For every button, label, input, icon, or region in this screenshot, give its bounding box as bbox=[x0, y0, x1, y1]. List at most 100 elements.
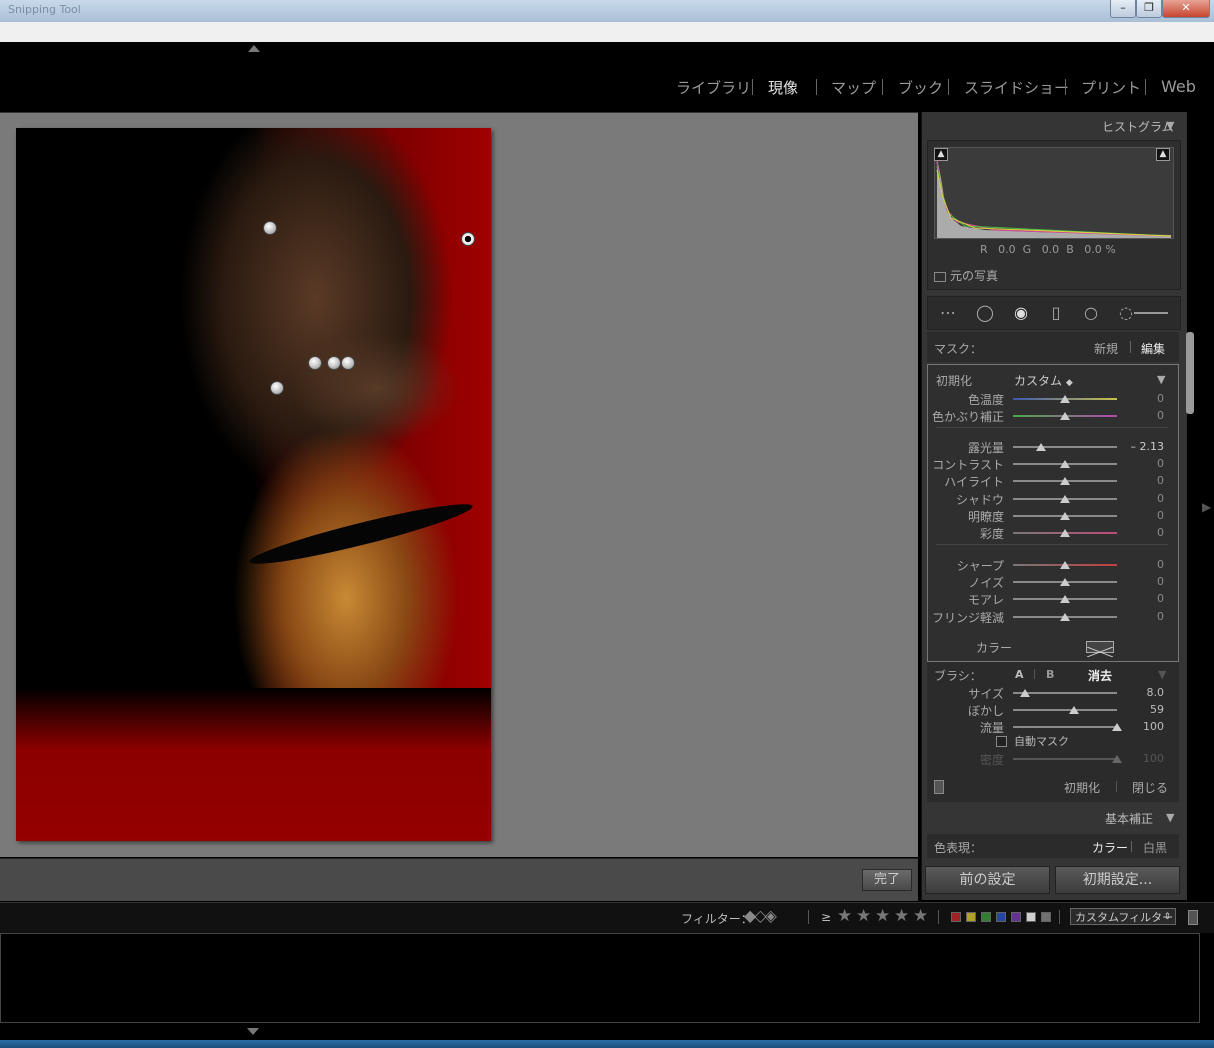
adjustment-pin[interactable] bbox=[327, 356, 341, 370]
shadow-clipping-icon[interactable]: ▲ bbox=[934, 148, 948, 161]
slider-thumb[interactable] bbox=[1060, 613, 1070, 621]
adjustment-pin[interactable] bbox=[341, 356, 355, 370]
module-web[interactable]: Web bbox=[1161, 77, 1196, 96]
right-panel-toggle-icon[interactable]: ▶ bbox=[1202, 500, 1211, 514]
brush-a-button[interactable]: A bbox=[1015, 668, 1024, 681]
mask-new-button[interactable]: 新規 bbox=[1094, 340, 1118, 357]
slider-track[interactable] bbox=[1013, 446, 1117, 448]
module-book[interactable]: ブック bbox=[898, 77, 943, 98]
slider-thumb[interactable] bbox=[1060, 412, 1070, 420]
brush-erase-button[interactable]: 消去 bbox=[1088, 667, 1112, 684]
color-label-filter[interactable] bbox=[951, 912, 961, 922]
star-filter-1[interactable]: ★ bbox=[837, 906, 852, 926]
original-photo-toggle[interactable]: 元の写真 bbox=[934, 267, 998, 284]
slider-value[interactable]: 0 bbox=[1124, 592, 1164, 605]
rating-operator[interactable]: ≥ bbox=[821, 910, 831, 924]
brush-slider-track[interactable] bbox=[1013, 726, 1117, 728]
bottom-panel-toggle-icon[interactable] bbox=[247, 1028, 259, 1035]
basic-panel-title[interactable]: 基本補正 bbox=[1105, 810, 1153, 827]
slider-thumb[interactable] bbox=[1060, 595, 1070, 603]
color-label-filter[interactable] bbox=[981, 912, 991, 922]
reset-settings-button[interactable]: 初期設定... bbox=[1055, 866, 1180, 894]
brush-collapse-icon[interactable]: ▼ bbox=[1158, 668, 1166, 681]
slider-thumb[interactable] bbox=[1060, 529, 1070, 537]
slider-thumb[interactable] bbox=[1060, 512, 1070, 520]
crop-overlay-icon[interactable]: ⋯ bbox=[937, 302, 959, 324]
slider-value[interactable]: 0 bbox=[1124, 492, 1164, 505]
effect-collapse-icon[interactable]: ▼ bbox=[1157, 373, 1165, 386]
slider-thumb[interactable] bbox=[1060, 477, 1070, 485]
slider-value[interactable]: 0 bbox=[1124, 610, 1164, 623]
star-filter-5[interactable]: ★ bbox=[913, 906, 928, 926]
module-slideshow[interactable]: スライドショー bbox=[964, 77, 1069, 98]
brush-slider-icon[interactable] bbox=[1134, 312, 1168, 314]
star-filter-4[interactable]: ★ bbox=[894, 906, 909, 926]
basic-collapse-icon[interactable]: ▼ bbox=[1166, 811, 1174, 824]
red-eye-icon[interactable]: ◉ bbox=[1010, 302, 1032, 324]
slider-value[interactable]: 0 bbox=[1124, 474, 1164, 487]
module-library[interactable]: ライブラリ bbox=[676, 77, 751, 98]
slider-value[interactable]: 0 bbox=[1124, 526, 1164, 539]
brush-slider-thumb[interactable] bbox=[1112, 723, 1122, 731]
color-label-filter[interactable] bbox=[996, 912, 1006, 922]
brush-b-button[interactable]: B bbox=[1046, 668, 1054, 681]
radial-filter-icon[interactable]: ○ bbox=[1080, 302, 1102, 324]
slider-thumb[interactable] bbox=[1060, 561, 1070, 569]
module-develop[interactable]: 現像 bbox=[768, 77, 798, 98]
custom-filter-select[interactable]: カスタムフィルター ⇕ bbox=[1070, 908, 1176, 925]
histogram-graph[interactable] bbox=[934, 147, 1174, 239]
slider-value[interactable]: 0 bbox=[1124, 392, 1164, 405]
slider-value[interactable]: 0 bbox=[1124, 409, 1164, 422]
slider-thumb[interactable] bbox=[1060, 495, 1070, 503]
mask-edit-button[interactable]: 編集 bbox=[1141, 340, 1165, 357]
graduated-filter-icon[interactable]: ▯ bbox=[1045, 302, 1067, 324]
color-label-filter[interactable] bbox=[966, 912, 976, 922]
star-filter-2[interactable]: ★ bbox=[856, 906, 871, 926]
photo-preview[interactable] bbox=[16, 128, 491, 841]
minimize-button[interactable]: – bbox=[1110, 0, 1136, 18]
brush-slider-thumb[interactable] bbox=[1020, 689, 1030, 697]
color-label-filter[interactable] bbox=[1011, 912, 1021, 922]
histogram-collapse-icon[interactable]: ▼ bbox=[1166, 119, 1174, 132]
filmstrip[interactable] bbox=[0, 933, 1200, 1023]
brush-slider-value[interactable]: 8.0 bbox=[1124, 686, 1165, 699]
module-map[interactable]: マップ bbox=[831, 77, 876, 98]
brush-slider-value[interactable]: 59 bbox=[1124, 703, 1164, 716]
slider-thumb[interactable] bbox=[1036, 443, 1046, 451]
histogram-title[interactable]: ヒストグラム bbox=[1102, 118, 1174, 135]
right-panel-scrollbar[interactable] bbox=[1186, 332, 1194, 414]
color-label-filter[interactable] bbox=[1041, 912, 1051, 922]
done-button[interactable]: 完了 bbox=[862, 869, 912, 891]
color-swatch[interactable] bbox=[1086, 641, 1114, 658]
slider-value[interactable]: – 2.13 bbox=[1124, 440, 1165, 453]
maximize-button[interactable]: ❐ bbox=[1136, 0, 1162, 18]
spot-removal-icon[interactable]: ◯ bbox=[974, 302, 996, 324]
slider-value[interactable]: 0 bbox=[1124, 558, 1164, 571]
treatment-color-button[interactable]: カラー bbox=[1092, 839, 1128, 856]
treatment-bw-button[interactable]: 白黒 bbox=[1143, 839, 1167, 856]
brush-reset-button[interactable]: 初期化 bbox=[1064, 779, 1100, 796]
slider-value[interactable]: 0 bbox=[1124, 509, 1164, 522]
top-panel-toggle-icon[interactable] bbox=[248, 45, 260, 52]
filter-lock-icon[interactable] bbox=[1188, 910, 1198, 925]
adjustment-pin[interactable] bbox=[263, 221, 277, 235]
adjustment-pin[interactable] bbox=[270, 381, 284, 395]
color-label-filter[interactable] bbox=[1026, 912, 1036, 922]
panel-switch-icon[interactable] bbox=[934, 780, 944, 794]
close-button[interactable]: ✕ bbox=[1162, 0, 1210, 18]
slider-value[interactable]: 0 bbox=[1124, 575, 1164, 588]
adjustment-pin[interactable] bbox=[308, 356, 322, 370]
previous-settings-button[interactable]: 前の設定 bbox=[925, 866, 1050, 894]
brush-slider-thumb[interactable] bbox=[1069, 706, 1079, 714]
flag-filter-icons[interactable]: ◆◇◈ bbox=[744, 906, 777, 925]
brush-close-button[interactable]: 閉じる bbox=[1132, 779, 1168, 796]
auto-mask-checkbox[interactable] bbox=[996, 736, 1007, 747]
effect-reset-label[interactable]: 初期化 bbox=[936, 372, 972, 389]
highlight-clipping-icon[interactable]: ▲ bbox=[1156, 148, 1170, 161]
effect-preset-select[interactable]: カスタム ◆ bbox=[1014, 372, 1073, 389]
star-filter-3[interactable]: ★ bbox=[875, 906, 890, 926]
brush-slider-track[interactable] bbox=[1013, 709, 1117, 711]
slider-value[interactable]: 0 bbox=[1124, 457, 1164, 470]
adjustment-pin-selected[interactable] bbox=[461, 232, 475, 246]
slider-thumb[interactable] bbox=[1060, 460, 1070, 468]
